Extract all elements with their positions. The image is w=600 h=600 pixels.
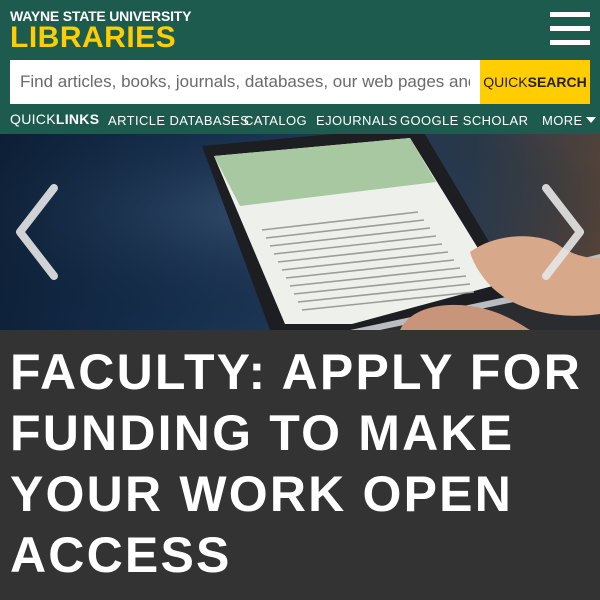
quicklink-ejournals[interactable]: EJOURNALS xyxy=(316,113,398,128)
quicklinks-bar: QUICKLINKS ARTICLE DATABASES CATALOG EJO… xyxy=(0,106,600,134)
chevron-right-icon xyxy=(542,184,584,280)
quicklinks-more-dropdown[interactable]: MORE xyxy=(542,113,596,128)
quicklink-article-databases[interactable]: ARTICLE DATABASES xyxy=(108,113,249,128)
more-label: MORE xyxy=(542,113,583,128)
carousel-next-button[interactable] xyxy=(538,184,588,280)
quick-search-bar: QUICKSEARCH xyxy=(10,60,590,104)
quicklink-google-scholar[interactable]: GOOGLE SCHOLAR xyxy=(400,113,528,128)
search-input[interactable] xyxy=(10,60,480,104)
search-button-label-bold: SEARCH xyxy=(527,74,587,90)
quicklinks-label-light: QUICK xyxy=(10,111,56,127)
quicklinks-label-bold: LINKS xyxy=(55,111,100,127)
hamburger-menu-icon[interactable] xyxy=(550,12,590,46)
library-logo[interactable]: WAYNE STATE UNIVERSITY LIBRARIES xyxy=(10,8,191,54)
slide-image-laptop xyxy=(0,134,600,330)
search-button-label-light: QUICK xyxy=(483,74,528,90)
slide-title[interactable]: FACULTY: APPLY FOR FUNDING TO MAKE YOUR … xyxy=(10,342,590,586)
quick-search-button[interactable]: QUICK SEARCH xyxy=(480,60,590,104)
caret-down-icon xyxy=(585,117,596,123)
chevron-left-icon xyxy=(16,184,58,280)
site-header: WAYNE STATE UNIVERSITY LIBRARIES QUICKSE… xyxy=(0,0,600,134)
quicklink-catalog[interactable]: CATALOG xyxy=(244,113,307,128)
quicklinks-label: QUICKLINKS xyxy=(10,111,99,127)
feature-carousel xyxy=(0,134,600,330)
logo-libraries-wordmark: LIBRARIES xyxy=(10,21,177,54)
slide-caption[interactable]: FACULTY: APPLY FOR FUNDING TO MAKE YOUR … xyxy=(0,330,600,600)
carousel-prev-button[interactable] xyxy=(12,184,62,280)
